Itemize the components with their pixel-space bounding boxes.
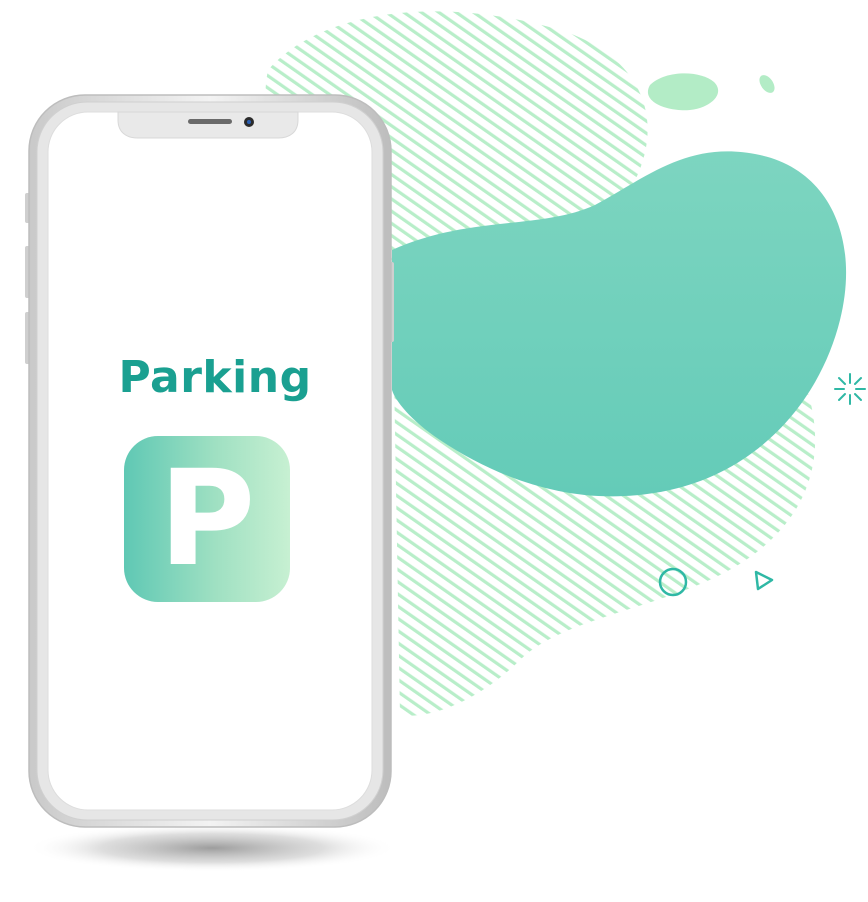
phone-notch bbox=[117, 111, 299, 139]
parking-icon: P bbox=[158, 442, 256, 596]
speaker-icon bbox=[188, 119, 232, 124]
triangle-accent-icon bbox=[754, 570, 774, 591]
small-drop bbox=[759, 75, 775, 93]
camera-lens-icon bbox=[247, 120, 251, 124]
sparkle-icon bbox=[834, 373, 866, 405]
screen-title: Parking bbox=[118, 352, 312, 403]
phone-shadow bbox=[27, 824, 397, 872]
small-blob bbox=[647, 73, 719, 111]
parking-app-icon[interactable]: P bbox=[124, 436, 290, 602]
